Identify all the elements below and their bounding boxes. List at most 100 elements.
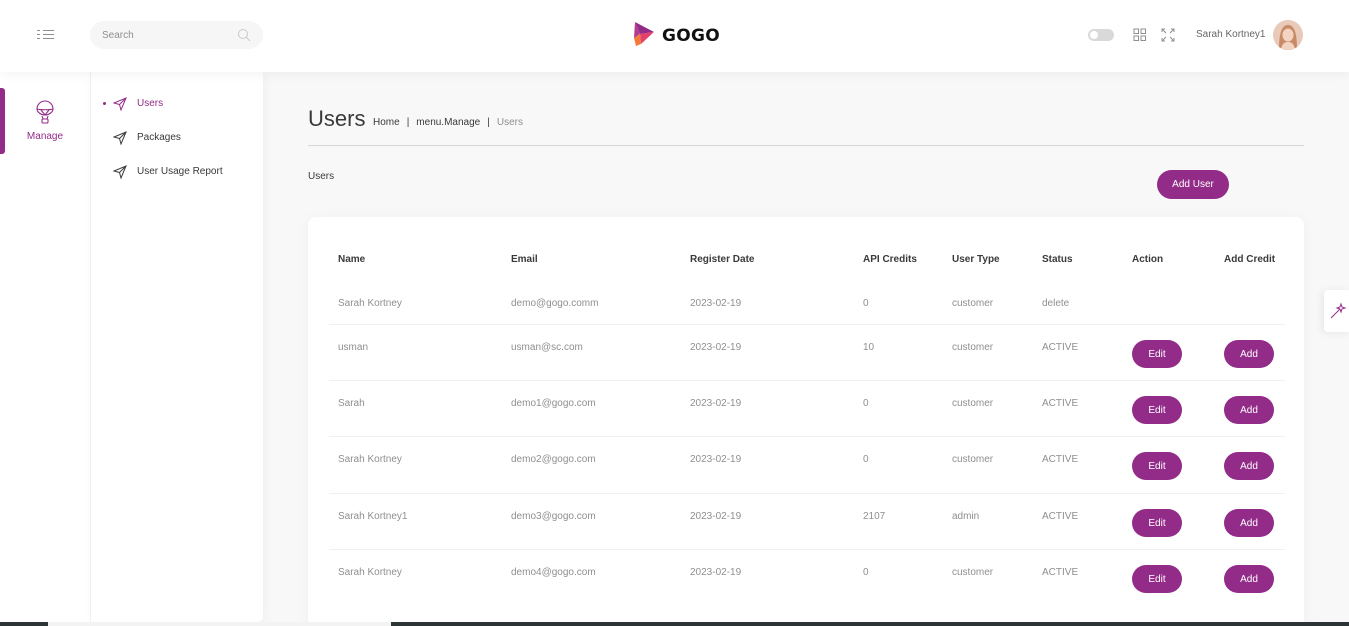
users-table-card: Name Email Register Date API Credits Use…	[308, 217, 1304, 626]
cell-api-credits: 0	[863, 454, 869, 465]
logo[interactable]: GOGO	[632, 20, 721, 53]
cell-api-credits: 0	[863, 567, 869, 578]
cell-api-credits: 0	[863, 298, 869, 309]
cell-name: Sarah Kortney	[338, 567, 402, 578]
cell-status: delete	[1042, 298, 1070, 309]
cell-api-credits: 2107	[863, 511, 886, 522]
table-row: Sarah Kortney demo2@gogo.com 2023-02-19 …	[329, 437, 1285, 494]
user-name[interactable]: Sarah Kortney1	[1196, 29, 1266, 40]
edit-button[interactable]: Edit	[1132, 565, 1182, 593]
apps-grid-icon[interactable]	[1132, 27, 1148, 43]
cell-name: Sarah Kortney	[338, 454, 402, 465]
cell-api-credits: 0	[863, 398, 869, 409]
search-input[interactable]	[102, 27, 232, 43]
cell-email: demo1@gogo.com	[511, 398, 596, 409]
search-icon[interactable]	[236, 27, 252, 43]
cell-email: demo4@gogo.com	[511, 567, 596, 578]
send-icon	[112, 97, 127, 112]
cell-name: Sarah	[338, 398, 365, 409]
main-menu: Manage	[0, 72, 90, 626]
add-credit-button[interactable]: Add	[1224, 452, 1274, 480]
table-row: usman usman@sc.com 2023-02-19 10 custome…	[329, 325, 1285, 381]
edit-button[interactable]: Edit	[1132, 340, 1182, 368]
edit-button[interactable]: Edit	[1132, 509, 1182, 537]
active-indicator	[0, 88, 5, 154]
theme-toggle[interactable]	[1088, 29, 1114, 41]
sub-menu-item-users[interactable]: Users	[91, 94, 264, 114]
main-menu-label: Manage	[26, 131, 64, 142]
theme-customizer-tab[interactable]	[1324, 290, 1349, 332]
sub-menu-label: Users	[137, 98, 164, 109]
cell-user-type: admin	[952, 511, 980, 522]
table-row: Sarah Kortney1 demo3@gogo.com 2023-02-19…	[329, 494, 1285, 550]
sub-menu-label: User Usage Report	[137, 166, 223, 177]
cell-register-date: 2023-02-19	[690, 511, 742, 522]
top-navbar: GOGO Sarah Kortney1	[0, 0, 1349, 72]
page-title: Users	[308, 106, 366, 131]
toggle-knob	[1090, 31, 1098, 39]
logo-text: GOGO	[662, 26, 721, 46]
cell-name: Sarah Kortney	[338, 298, 402, 309]
column-header-add-credit: Add Credit	[1224, 254, 1276, 265]
column-header-status: Status	[1042, 254, 1073, 265]
logo-icon	[632, 20, 656, 53]
sub-menu: Users Packages User Usage Report	[90, 72, 263, 622]
column-header-email: Email	[511, 254, 538, 265]
cell-user-type: customer	[952, 398, 994, 409]
cell-status: ACTIVE	[1042, 342, 1079, 353]
sub-menu-item-packages[interactable]: Packages	[91, 128, 264, 148]
cell-user-type: customer	[952, 342, 994, 353]
cell-user-type: customer	[952, 298, 994, 309]
user-avatar[interactable]	[1273, 20, 1303, 50]
cell-email: demo@gogo.comm	[511, 298, 599, 309]
cell-user-type: customer	[952, 454, 994, 465]
cell-email: usman@sc.com	[511, 342, 583, 353]
column-header-api-credits: API Credits	[863, 254, 917, 265]
sub-menu-label: Packages	[137, 132, 181, 143]
cell-status: ACTIVE	[1042, 398, 1079, 409]
cell-register-date: 2023-02-19	[690, 398, 742, 409]
cell-user-type: customer	[952, 567, 994, 578]
breadcrumb: Home | menu.Manage | Users	[373, 117, 523, 128]
cell-status: ACTIVE	[1042, 454, 1079, 465]
menu-toggle-icon[interactable]	[36, 28, 56, 42]
add-credit-button[interactable]: Add	[1224, 509, 1274, 537]
bottom-scrollbar	[0, 622, 1349, 626]
section-label: Users	[308, 171, 335, 182]
add-user-button[interactable]: Add User	[1157, 170, 1229, 199]
fullscreen-icon[interactable]	[1160, 27, 1176, 43]
edit-button[interactable]: Edit	[1132, 396, 1182, 424]
column-header-action: Action	[1132, 254, 1164, 265]
cell-name: Sarah Kortney1	[338, 511, 408, 522]
breadcrumb-current: Users	[496, 117, 523, 128]
send-icon	[112, 165, 127, 180]
breadcrumb-home[interactable]: Home	[373, 117, 400, 128]
cell-email: demo3@gogo.com	[511, 511, 596, 522]
column-header-name: Name	[338, 254, 366, 265]
header-divider	[308, 145, 1304, 146]
cell-register-date: 2023-02-19	[690, 567, 742, 578]
add-credit-button[interactable]: Add	[1224, 396, 1274, 424]
add-credit-button[interactable]: Add	[1224, 340, 1274, 368]
breadcrumb-separator: |	[406, 117, 410, 128]
cell-status: ACTIVE	[1042, 567, 1079, 578]
scrollbar-thumb[interactable]	[48, 622, 391, 626]
main-menu-item-manage[interactable]: Manage	[0, 88, 90, 154]
add-credit-button[interactable]: Add	[1224, 565, 1274, 593]
table-row: Sarah demo1@gogo.com 2023-02-19 0 custom…	[329, 381, 1285, 437]
column-header-register-date: Register Date	[690, 254, 755, 265]
cell-api-credits: 10	[863, 342, 875, 353]
send-icon	[112, 131, 127, 146]
cell-register-date: 2023-02-19	[690, 298, 742, 309]
breadcrumb-manage[interactable]: menu.Manage	[416, 117, 480, 128]
search-box	[90, 21, 263, 49]
column-header-user-type: User Type	[952, 254, 1000, 265]
balloon-icon	[35, 100, 55, 124]
breadcrumb-separator: |	[487, 117, 490, 128]
sub-menu-item-user-usage-report[interactable]: User Usage Report	[91, 162, 264, 182]
cell-status: ACTIVE	[1042, 511, 1079, 522]
table-row: Sarah Kortney demo4@gogo.com 2023-02-19 …	[329, 550, 1285, 606]
edit-button[interactable]: Edit	[1132, 452, 1182, 480]
active-dot	[103, 102, 106, 105]
cell-register-date: 2023-02-19	[690, 454, 742, 465]
